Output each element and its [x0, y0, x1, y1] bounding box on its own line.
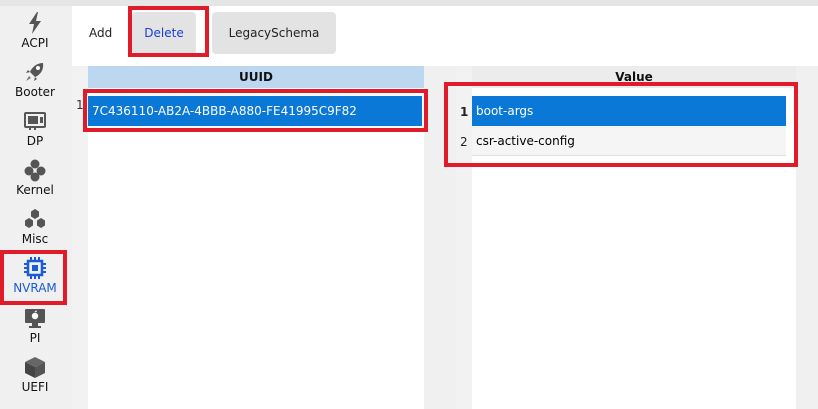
sidebar-item-nvram[interactable]: NVRAM: [0, 256, 70, 295]
sidebar-item-label: PI: [29, 331, 41, 345]
main-panel: Add Delete LegacySchema UUID 1 7C436110-…: [72, 6, 818, 409]
display-card-icon: [24, 112, 46, 130]
sidebar-item-label: NVRAM: [13, 281, 57, 295]
sidebar-item-dp[interactable]: DP: [0, 109, 70, 148]
value-column-header[interactable]: Value: [472, 66, 796, 88]
uuid-table: UUID 1 7C436110-AB2A-4BBB-A880-FE41995C9…: [72, 66, 424, 409]
uuid-row-selected[interactable]: 7C436110-AB2A-4BBB-A880-FE41995C9F82: [88, 96, 422, 126]
sidebar-item-kernel[interactable]: Kernel: [0, 158, 70, 197]
rocket-icon: [26, 63, 44, 81]
row-number: 1: [460, 105, 469, 119]
value-table: Value 1 2 boot-args csr-active-config: [456, 66, 796, 409]
sidebar-item-pi[interactable]: PI: [0, 306, 70, 345]
sidebar-item-uefi[interactable]: UEFI: [0, 355, 70, 394]
sidebar-item-label: Kernel: [16, 183, 54, 197]
uuid-table-body: [88, 88, 424, 409]
hexagons-icon: [25, 209, 45, 228]
row-number: 2: [460, 135, 468, 149]
lightning-icon: [29, 12, 41, 34]
chip-icon: [24, 257, 46, 279]
sidebar: ACPI Booter DP Kernel Misc NVRAM PI UEFI: [0, 6, 70, 409]
sidebar-item-booter[interactable]: Booter: [0, 60, 70, 99]
sidebar-item-label: Misc: [21, 232, 49, 246]
delete-button[interactable]: Delete: [132, 12, 196, 54]
add-button[interactable]: Add: [77, 12, 124, 54]
value-row-boot-args[interactable]: boot-args: [472, 96, 786, 126]
sidebar-item-label: ACPI: [21, 36, 49, 50]
table-splitter[interactable]: [424, 66, 456, 409]
row-number-column: [72, 88, 88, 409]
apple-monitor-icon: [25, 309, 45, 328]
sidebar-item-acpi[interactable]: ACPI: [0, 11, 70, 50]
legacy-schema-button[interactable]: LegacySchema: [212, 12, 336, 54]
kernel-icon: [24, 159, 46, 182]
right-gutter: [796, 66, 818, 409]
row-number: 1: [76, 98, 84, 112]
uuid-column-header[interactable]: UUID: [88, 66, 424, 88]
cube-icon: [25, 357, 45, 378]
value-row-csr-active-config[interactable]: csr-active-config: [472, 126, 786, 156]
sidebar-item-misc[interactable]: Misc: [0, 207, 70, 246]
sidebar-item-label: DP: [26, 134, 44, 148]
sidebar-item-label: UEFI: [21, 380, 49, 394]
sidebar-item-label: Booter: [15, 85, 55, 99]
